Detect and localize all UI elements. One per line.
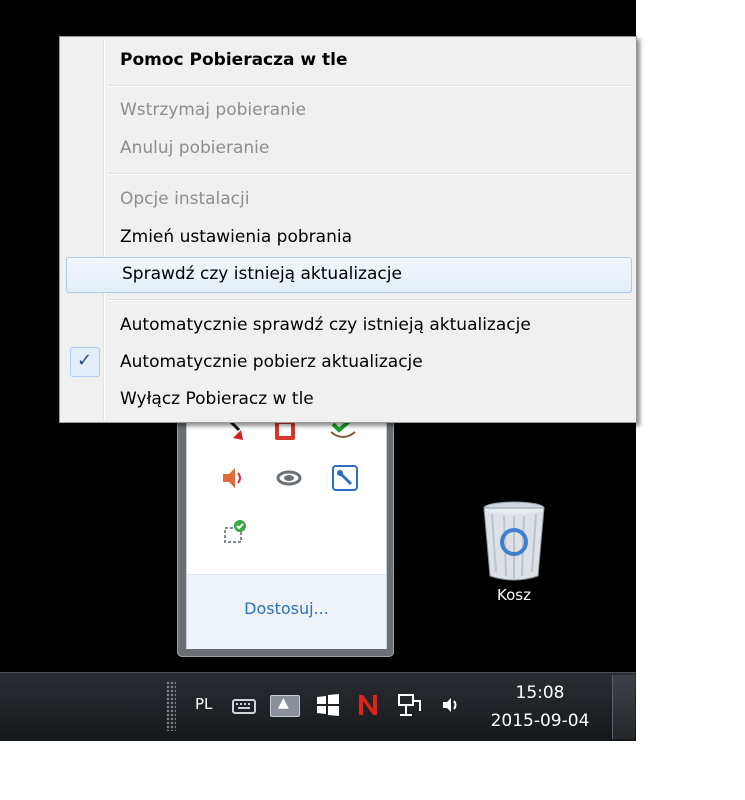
clock-date[interactable]: 2015-09-04 <box>480 711 600 731</box>
checkmark-icon: ✓ <box>70 347 100 377</box>
show-desktop-button[interactable] <box>612 675 635 739</box>
menu-item-label: Anuluj pobieranie <box>120 138 270 158</box>
volume-icon[interactable] <box>438 691 466 719</box>
menu-separator <box>108 299 632 301</box>
speaker-red-icon[interactable] <box>219 464 247 492</box>
blue-tool-icon[interactable] <box>331 464 359 492</box>
menu-item-label: Sprawdź czy istnieją aktualizacje <box>122 264 402 284</box>
menu-item-cancel[interactable]: Anuluj pobieranie <box>64 133 630 163</box>
menu-item-label: Automatycznie sprawdź czy istnieją aktua… <box>120 315 531 335</box>
menu-item-auto-check[interactable]: Automatycznie sprawdź czy istnieją aktua… <box>64 310 630 340</box>
menu-item-install-options[interactable]: Opcje instalacji <box>64 184 630 214</box>
windows-icon[interactable] <box>314 691 342 719</box>
recycle-bin-icon <box>483 501 545 581</box>
flyout-footer: Dostosuj... <box>187 574 386 649</box>
chevron-up-icon: ▲ <box>278 695 289 711</box>
recycle-bin[interactable]: Kosz <box>474 500 554 610</box>
network-check-icon[interactable] <box>221 518 249 546</box>
taskbar-grip[interactable] <box>166 681 176 731</box>
menu-item-label: Opcje instalacji <box>120 189 250 209</box>
swirl-app-icon[interactable] <box>275 464 303 492</box>
n-app-icon[interactable] <box>354 691 382 719</box>
show-hidden-icons-button[interactable]: ▲ <box>270 695 300 717</box>
menu-separator <box>108 173 632 175</box>
menu-item-label: Wstrzymaj pobieranie <box>120 100 306 120</box>
menu-item-disable[interactable]: Wyłącz Pobieracz w tle <box>64 384 630 414</box>
menu-item-title[interactable]: Pomoc Pobieracza w tle <box>64 45 630 75</box>
notification-area-flyout: Dostosuj... <box>177 405 394 657</box>
keyboard-icon[interactable] <box>230 691 258 719</box>
menu-item-label: Automatycznie pobierz aktualizacje <box>120 352 423 372</box>
context-menu: Pomoc Pobieracza w tle Wstrzymaj pobiera… <box>59 36 637 423</box>
recycle-bin-label: Kosz <box>497 586 531 604</box>
menu-separator <box>108 85 632 87</box>
clock-time[interactable]: 15:08 <box>480 683 600 703</box>
taskbar: PL ▲ 15:08 2015-09-04 <box>0 672 636 741</box>
menu-item-pause[interactable]: Wstrzymaj pobieranie <box>64 95 630 125</box>
language-indicator[interactable]: PL <box>195 695 212 713</box>
menu-item-auto-download[interactable]: ✓ Automatycznie pobierz aktualizacje <box>64 347 630 377</box>
flyout-panel: Dostosuj... <box>186 406 387 649</box>
menu-item-label: Wyłącz Pobieracz w tle <box>120 389 314 409</box>
menu-item-label: Zmień ustawienia pobrania <box>120 227 352 247</box>
menu-item-label: Pomoc Pobieracza w tle <box>120 50 348 70</box>
hidden-icons-grid <box>187 406 386 574</box>
network-icon[interactable] <box>396 691 424 719</box>
menu-item-check-updates[interactable]: Sprawdź czy istnieją aktualizacje <box>66 257 632 293</box>
customize-link[interactable]: Dostosuj... <box>187 599 386 618</box>
menu-item-change-settings[interactable]: Zmień ustawienia pobrania <box>64 222 630 252</box>
